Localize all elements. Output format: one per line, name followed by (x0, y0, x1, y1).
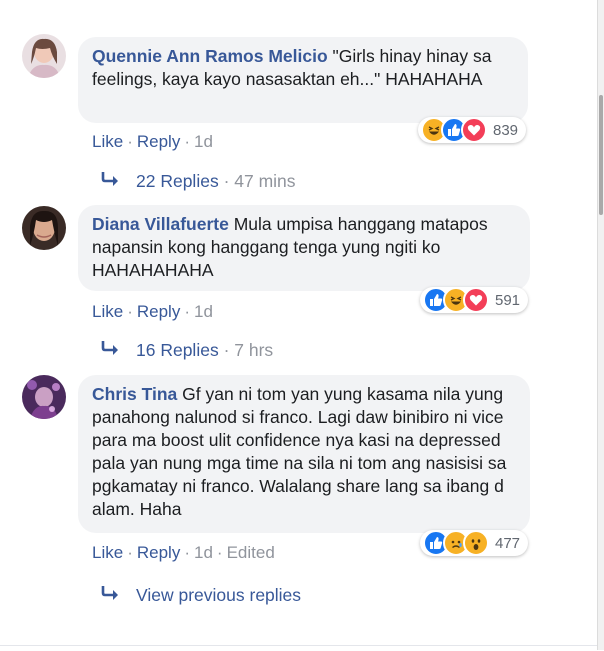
reply-arrow-icon (100, 170, 124, 193)
comment-text: Gf yan ni tom yan yung kasama nila yung … (92, 384, 507, 519)
reaction-count: 477 (495, 534, 521, 552)
replies-count[interactable]: 22 Replies (136, 171, 219, 192)
reaction-count: 591 (495, 291, 521, 309)
comment-time[interactable]: 1d (194, 543, 213, 562)
comment-bubble: Diana Villafuerte Mula umpisa hanggang m… (78, 205, 530, 291)
comment-author[interactable]: Quennie Ann Ramos Melicio (92, 46, 328, 66)
scrollbar-track[interactable] (597, 0, 604, 650)
comments-panel: Quennie Ann Ramos Melicio "Girls hinay h… (0, 0, 604, 651)
comment-actions: Like · Reply · 1d · Edited (92, 543, 275, 562)
comment-author[interactable]: Diana Villafuerte (92, 214, 229, 234)
divider (0, 645, 604, 651)
reactions-summary[interactable]: 591 (420, 287, 529, 313)
edited-label[interactable]: Edited (227, 543, 275, 562)
like-button[interactable]: Like (92, 302, 123, 321)
view-replies-link[interactable]: 16 Replies · 7 hrs (100, 339, 273, 362)
reactions-summary[interactable]: 477 (420, 530, 529, 556)
reply-button[interactable]: Reply (137, 132, 180, 151)
view-replies-link[interactable]: 22 Replies · 47 mins (100, 170, 296, 193)
like-button[interactable]: Like (92, 543, 123, 562)
comment-bubble: Chris Tina Gf yan ni tom yan yung kasama… (78, 375, 530, 533)
replies-count[interactable]: 16 Replies (136, 340, 219, 361)
replies-time: 7 hrs (234, 340, 274, 360)
reply-arrow-icon (100, 584, 124, 607)
comment-actions: Like · Reply · 1d (92, 132, 213, 151)
reactions-summary[interactable]: 839 (418, 117, 527, 143)
wow-icon (463, 530, 489, 556)
reply-arrow-icon (100, 339, 124, 362)
like-button[interactable]: Like (92, 132, 123, 151)
scrollbar-thumb[interactable] (599, 95, 603, 215)
comment-bubble: Quennie Ann Ramos Melicio "Girls hinay h… (78, 37, 528, 123)
comment-time[interactable]: 1d (194, 132, 213, 151)
view-previous-replies-link[interactable]: View previous replies (100, 584, 301, 607)
view-previous-replies-label[interactable]: View previous replies (136, 585, 301, 606)
reply-button[interactable]: Reply (137, 302, 180, 321)
love-icon (461, 117, 487, 143)
reply-button[interactable]: Reply (137, 543, 180, 562)
avatar[interactable] (22, 34, 66, 78)
replies-time: 47 mins (234, 171, 296, 191)
comment-time[interactable]: 1d (194, 302, 213, 321)
comment-author[interactable]: Chris Tina (92, 384, 177, 404)
comment-actions: Like · Reply · 1d (92, 302, 213, 321)
reaction-count: 839 (493, 121, 519, 139)
avatar[interactable] (22, 206, 66, 250)
avatar[interactable] (22, 375, 66, 419)
love-icon (463, 287, 489, 313)
